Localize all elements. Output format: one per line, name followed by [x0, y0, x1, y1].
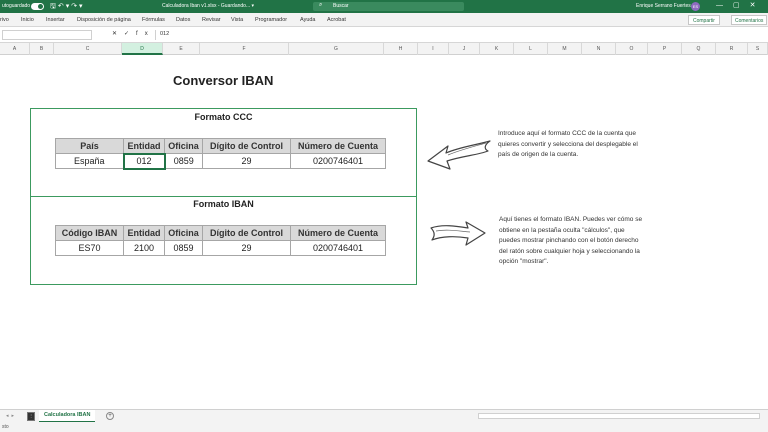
iban-section: Formato IBAN Código IBAN Entidad Oficina… — [30, 196, 417, 285]
iban-instructions: Aquí tienes el formato IBAN. Puedes ver … — [499, 216, 643, 265]
sheet-tabs-bar: ◂▸ ⋮ Calculadora IBAN + — [0, 409, 768, 423]
status-text: sto — [2, 424, 9, 430]
iban-cell-oficina[interactable]: 0859 — [164, 240, 203, 256]
sheet-list-icon[interactable]: ⋮ — [27, 412, 35, 421]
comments-button[interactable]: Comentarios — [731, 15, 768, 25]
ccc-cell-entidad[interactable]: 012 — [122, 152, 166, 170]
avatar[interactable]: ES — [691, 2, 700, 11]
column-header-s[interactable]: S — [748, 43, 768, 55]
search-box[interactable]: ⌕ Buscar — [313, 2, 464, 11]
tab-archivo[interactable]: rivo — [0, 17, 9, 23]
search-icon: ⌕ — [319, 2, 323, 8]
window-controls[interactable]: —▢✕ — [716, 1, 765, 9]
ccc-cell-digito[interactable]: 29 — [202, 153, 291, 169]
add-sheet-icon[interactable]: + — [106, 412, 114, 420]
iban-header-codigo[interactable]: Código IBAN — [55, 225, 124, 241]
iban-header-cuenta[interactable]: Número de Cuenta — [290, 225, 386, 241]
autosave-toggle[interactable] — [31, 3, 44, 10]
column-header-b[interactable]: B — [30, 43, 54, 55]
ribbon-tabs: rivo Inicio Insertar Disposición de pági… — [0, 13, 768, 27]
tab-ayuda[interactable]: Ayuda — [300, 17, 316, 23]
ccc-title: Formato CCC — [194, 112, 253, 122]
column-header-j[interactable]: J — [449, 43, 480, 55]
column-header-l[interactable]: L — [514, 43, 548, 55]
iban-header-entidad[interactable]: Entidad — [123, 225, 165, 241]
tab-insertar[interactable]: Insertar — [46, 17, 65, 23]
table-row: ES70 2100 0859 29 0200746401 — [55, 240, 386, 256]
iban-cell-digito[interactable]: 29 — [202, 240, 291, 256]
formula-bar: ✕✓fx 012 — [0, 27, 768, 43]
tab-revisar[interactable]: Revisar — [202, 17, 221, 23]
ccc-header-pais[interactable]: País — [55, 138, 124, 154]
column-header-p[interactable]: P — [648, 43, 682, 55]
column-header-c[interactable]: C — [54, 43, 122, 55]
file-name[interactable]: Calculadora Iban v1.xlsx - Guardando... … — [162, 3, 254, 9]
ccc-table: País Entidad Oficina Dígito de Control N… — [55, 138, 386, 170]
formula-input[interactable]: 012 — [155, 30, 765, 40]
user-name[interactable]: Enrique Serrano Fuertes — [636, 3, 691, 9]
column-header-i[interactable]: I — [418, 43, 449, 55]
sheet-nav-icon[interactable]: ◂▸ — [6, 413, 17, 419]
page-title: Conversor IBAN — [173, 73, 274, 88]
search-placeholder: Buscar — [333, 3, 349, 9]
ccc-header-oficina[interactable]: Oficina — [164, 138, 203, 154]
autosave-label: utoguardado — [2, 3, 31, 9]
ccc-section: Formato CCC País Entidad Oficina Dígito … — [30, 108, 417, 197]
table-header-row: Código IBAN Entidad Oficina Dígito de Co… — [55, 225, 386, 241]
arrow-right-icon — [430, 221, 486, 246]
column-header-h[interactable]: H — [384, 43, 418, 55]
column-header-q[interactable]: Q — [682, 43, 716, 55]
tab-disposicion[interactable]: Disposición de página — [77, 17, 131, 23]
tab-acrobat[interactable]: Acrobat — [327, 17, 346, 23]
tab-vista[interactable]: Vista — [231, 17, 243, 23]
excel-window: utoguardado 🖫 ↶ ▾ ↷ ▾ Calculadora Iban v… — [0, 0, 768, 432]
column-header-e[interactable]: E — [163, 43, 200, 55]
column-header-a[interactable]: A — [0, 43, 30, 55]
ccc-cell-pais[interactable]: España — [55, 153, 124, 169]
name-box[interactable] — [2, 30, 92, 40]
ccc-header-cuenta[interactable]: Número de Cuenta — [290, 138, 386, 154]
formula-buttons[interactable]: ✕✓fx — [112, 30, 155, 37]
tab-datos[interactable]: Datos — [176, 17, 190, 23]
tab-formulas[interactable]: Fórmulas — [142, 17, 165, 23]
ccc-cell-cuenta[interactable]: 0200746401 — [290, 153, 386, 169]
tab-inicio[interactable]: Inicio — [21, 17, 34, 23]
ccc-header-entidad[interactable]: Entidad — [123, 138, 165, 154]
ccc-cell-oficina[interactable]: 0859 — [164, 153, 203, 169]
column-header-m[interactable]: M — [548, 43, 582, 55]
column-header-g[interactable]: G — [289, 43, 384, 55]
column-header-r[interactable]: R — [716, 43, 748, 55]
arrow-left-icon — [427, 140, 491, 170]
iban-header-oficina[interactable]: Oficina — [164, 225, 203, 241]
title-bar: utoguardado 🖫 ↶ ▾ ↷ ▾ Calculadora Iban v… — [0, 0, 768, 13]
table-row: España 012 0859 29 0200746401 — [55, 152, 386, 170]
table-header-row: País Entidad Oficina Dígito de Control N… — [55, 138, 386, 154]
column-header-o[interactable]: O — [616, 43, 648, 55]
quick-access-toolbar[interactable]: 🖫 ↶ ▾ ↷ ▾ — [50, 2, 83, 13]
column-header-k[interactable]: K — [480, 43, 514, 55]
tab-programador[interactable]: Programador — [255, 17, 287, 23]
column-header-f[interactable]: F — [200, 43, 289, 55]
ccc-header-digito[interactable]: Dígito de Control — [202, 138, 291, 154]
status-bar: sto — [0, 422, 768, 432]
column-headers: A B C D E F G H I J K L M N O P Q R S — [0, 43, 768, 55]
column-header-n[interactable]: N — [582, 43, 616, 55]
iban-cell-codigo[interactable]: ES70 — [55, 240, 124, 256]
iban-cell-entidad[interactable]: 2100 — [123, 240, 165, 256]
iban-header-digito[interactable]: Dígito de Control — [202, 225, 291, 241]
column-header-d[interactable]: D — [122, 43, 163, 55]
iban-table: Código IBAN Entidad Oficina Dígito de Co… — [55, 225, 386, 256]
iban-title: Formato IBAN — [193, 199, 254, 209]
worksheet[interactable]: Conversor IBAN Formato CCC País Entidad … — [0, 55, 768, 409]
iban-cell-cuenta[interactable]: 0200746401 — [290, 240, 386, 256]
horizontal-scrollbar[interactable] — [478, 413, 760, 419]
share-button[interactable]: Compartir — [688, 15, 720, 25]
ccc-instructions: Introduce aquí el formato CCC de la cuen… — [498, 130, 638, 158]
